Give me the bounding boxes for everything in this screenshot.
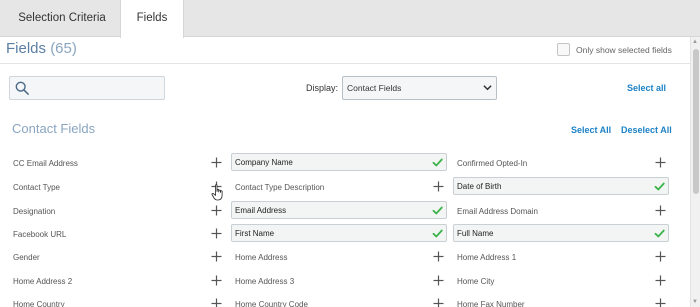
display-label: Display:	[306, 83, 339, 93]
plus-icon[interactable]	[211, 275, 222, 286]
field-item[interactable]: Home Fax Number	[453, 295, 669, 307]
field-count: (65)	[50, 40, 77, 57]
vertical-scrollbar[interactable]: ▲ ▼	[690, 37, 700, 307]
plus-icon[interactable]	[655, 251, 666, 262]
field-item[interactable]: Home Address 2	[9, 272, 225, 290]
field-item-selected[interactable]: Company Name	[231, 153, 447, 171]
field-item[interactable]: Gender	[9, 248, 225, 266]
plus-icon[interactable]	[655, 298, 666, 307]
scroll-up-icon[interactable]: ▲	[692, 39, 698, 45]
plus-icon[interactable]	[655, 205, 666, 216]
page-title-text: Fields	[6, 40, 47, 57]
field-label: Home Country	[13, 300, 65, 307]
plus-icon[interactable]	[655, 157, 666, 168]
tab-fields[interactable]: Fields	[120, 0, 184, 38]
field-item-selected[interactable]: First Name	[231, 224, 447, 242]
field-item[interactable]: Home Country	[9, 295, 225, 307]
plus-icon[interactable]	[211, 205, 222, 216]
field-item-selected[interactable]: Email Address	[231, 201, 447, 219]
plus-icon[interactable]	[433, 275, 444, 286]
plus-icon[interactable]	[211, 251, 222, 262]
section-select-all-link[interactable]: Select All	[571, 125, 611, 135]
search-input[interactable]	[36, 79, 161, 97]
field-label: Designation	[13, 207, 56, 216]
field-item[interactable]: Contact Type Description	[231, 178, 447, 196]
field-item[interactable]: Designation	[9, 202, 225, 220]
hand-cursor-icon	[211, 184, 223, 201]
plus-icon[interactable]	[433, 298, 444, 307]
field-label: Date of Birth	[457, 182, 502, 191]
field-label: Home Address 2	[13, 277, 73, 286]
plus-icon[interactable]	[655, 275, 666, 286]
field-item[interactable]: Email Address Domain	[453, 202, 669, 220]
chevron-down-icon	[483, 85, 492, 91]
field-label: Email Address Domain	[457, 207, 538, 216]
check-icon[interactable]	[432, 205, 443, 216]
field-item-selected[interactable]: Date of Birth	[453, 177, 669, 195]
field-label: Gender	[13, 253, 40, 262]
section-deselect-all-link[interactable]: Deselect All	[621, 125, 672, 135]
check-icon[interactable]	[654, 228, 665, 239]
field-label: Home Address 3	[235, 277, 295, 286]
field-label: Home City	[457, 277, 495, 286]
scroll-down-icon[interactable]: ▼	[692, 299, 698, 305]
field-label: Home Fax Number	[457, 300, 525, 307]
check-icon[interactable]	[432, 157, 443, 168]
tab-bar: Selection Criteria Fields	[0, 0, 700, 38]
page-title: Fields (65)	[6, 40, 77, 57]
field-label: Facebook URL	[13, 230, 67, 239]
header-divider	[0, 63, 690, 64]
field-item[interactable]: Contact Type	[9, 178, 225, 196]
only-show-selected-label: Only show selected fields	[576, 44, 672, 55]
field-item[interactable]: Home Address 3	[231, 272, 447, 290]
field-item[interactable]: Home Address 1	[453, 248, 669, 266]
scroll-thumb[interactable]	[693, 49, 699, 194]
plus-icon[interactable]	[433, 251, 444, 262]
plus-icon[interactable]	[433, 181, 444, 192]
field-label: Email Address	[235, 206, 287, 215]
field-label: Home Country Code	[235, 300, 308, 307]
select-all-link[interactable]: Select all	[627, 83, 666, 93]
plus-icon[interactable]	[211, 298, 222, 307]
check-icon[interactable]	[654, 181, 665, 192]
section-title: Contact Fields	[12, 121, 96, 136]
field-item[interactable]: Home Country Code	[231, 295, 447, 307]
display-select-value: Contact Fields	[347, 83, 402, 93]
field-label: Confirmed Opted-In	[457, 159, 528, 168]
search-icon	[15, 81, 29, 95]
field-label: Home Address	[235, 253, 288, 262]
field-label: Full Name	[457, 229, 494, 238]
search-box[interactable]	[9, 76, 165, 100]
field-label: Contact Type	[13, 183, 60, 192]
display-select[interactable]: Contact Fields	[342, 76, 497, 100]
field-label: Company Name	[235, 158, 293, 167]
field-item[interactable]: Facebook URL	[9, 225, 225, 243]
field-item-selected[interactable]: Full Name	[453, 224, 669, 242]
field-label: Home Address 1	[457, 253, 517, 262]
field-item[interactable]: Confirmed Opted-In	[453, 154, 669, 172]
check-icon[interactable]	[432, 228, 443, 239]
only-show-selected-toggle[interactable]: Only show selected fields	[557, 43, 672, 56]
plus-icon[interactable]	[211, 228, 222, 239]
tab-selection-criteria[interactable]: Selection Criteria	[0, 0, 124, 37]
field-item[interactable]: CC Email Address	[9, 154, 225, 172]
only-show-selected-checkbox[interactable]	[557, 43, 570, 56]
field-label: First Name	[235, 229, 275, 238]
field-label: Contact Type Description	[235, 183, 325, 192]
plus-icon[interactable]	[211, 157, 222, 168]
field-item[interactable]: Home City	[453, 272, 669, 290]
field-label: CC Email Address	[13, 159, 78, 168]
field-item[interactable]: Home Address	[231, 248, 447, 266]
